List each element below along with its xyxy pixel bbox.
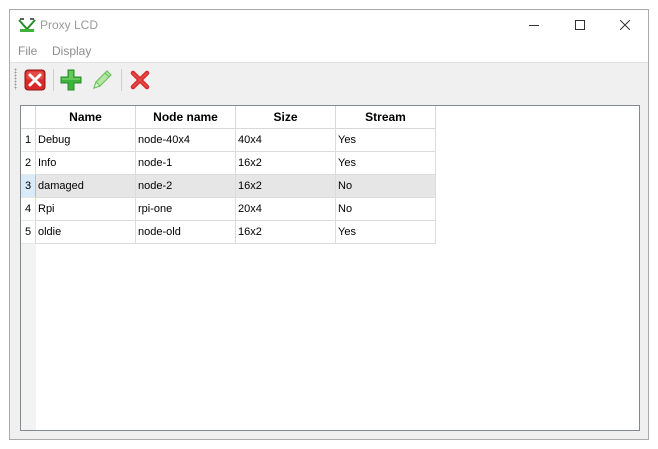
cell-size[interactable]: 20x4 (236, 198, 336, 221)
toolbar-grip[interactable] (14, 68, 17, 90)
cell-node-name[interactable]: node-40x4 (136, 129, 236, 152)
edit-pencil-icon (93, 70, 112, 89)
cell-name[interactable]: damaged (36, 175, 136, 198)
table-row[interactable]: Rpi rpi-one 20x4 No (36, 198, 436, 221)
maximize-button[interactable] (557, 10, 603, 40)
cell-node-name[interactable]: rpi-one (136, 198, 236, 221)
maximize-icon (575, 20, 585, 30)
cell-stream[interactable]: No (336, 198, 436, 221)
add-green-plus-icon (60, 69, 82, 91)
cell-node-name[interactable]: node-1 (136, 152, 236, 175)
edit-button[interactable] (89, 67, 115, 93)
cell-stream[interactable]: No (336, 175, 436, 198)
row-header[interactable]: 5 (21, 221, 36, 244)
cell-node-name[interactable]: node-2 (136, 175, 236, 198)
close-display-button[interactable] (22, 67, 48, 93)
column-header-stream[interactable]: Stream (336, 106, 436, 129)
app-lcd-icon (18, 17, 36, 33)
cell-stream[interactable]: Yes (336, 129, 436, 152)
row-header[interactable]: 4 (21, 198, 36, 221)
cell-size[interactable]: 16x2 (236, 175, 336, 198)
cell-name[interactable]: Debug (36, 129, 136, 152)
row-header[interactable]: 2 (21, 152, 36, 175)
row-header[interactable]: 1 (21, 129, 36, 152)
cell-name[interactable]: Info (36, 152, 136, 175)
cell-stream[interactable]: Yes (336, 221, 436, 244)
delete-button[interactable] (127, 67, 153, 93)
table-row[interactable]: Info node-1 16x2 Yes (36, 152, 436, 175)
column-header-name[interactable]: Name (36, 106, 136, 129)
toolbar-separator (121, 69, 122, 91)
table-row[interactable]: oldie node-old 16x2 Yes (36, 221, 436, 244)
table-corner-button[interactable] (21, 106, 36, 129)
row-header-selected[interactable]: 3 (21, 175, 36, 198)
delete-red-x-icon (130, 70, 150, 90)
close-icon (620, 20, 630, 30)
display-table[interactable]: Name Node name Size Stream 1 Debug node-… (20, 105, 640, 431)
window-title: Proxy LCD (40, 18, 99, 32)
toolbar-separator (53, 69, 54, 91)
cell-size[interactable]: 40x4 (236, 129, 336, 152)
cell-name[interactable]: oldie (36, 221, 136, 244)
table-row[interactable]: Debug node-40x4 40x4 Yes (36, 129, 436, 152)
cell-size[interactable]: 16x2 (236, 221, 336, 244)
cell-stream[interactable]: Yes (336, 152, 436, 175)
cell-name[interactable]: Rpi (36, 198, 136, 221)
close-window-button[interactable] (602, 10, 648, 40)
cell-node-name[interactable]: node-old (136, 221, 236, 244)
cell-size[interactable]: 16x2 (236, 152, 336, 175)
menu-file[interactable]: File (18, 44, 37, 58)
close-red-square-icon (24, 69, 46, 91)
title-bar[interactable]: Proxy LCD (10, 10, 648, 40)
menu-display[interactable]: Display (52, 44, 91, 58)
column-header-size[interactable]: Size (236, 106, 336, 129)
table-row-selected[interactable]: damaged node-2 16x2 No (36, 175, 436, 198)
minimize-button[interactable] (511, 10, 557, 40)
toolbar (10, 62, 648, 96)
menu-bar: File Display (10, 40, 648, 62)
column-header-node-name[interactable]: Node name (136, 106, 236, 129)
minimize-icon (529, 25, 539, 26)
add-button[interactable] (58, 67, 84, 93)
app-window: Proxy LCD File Display Name Node name Si… (9, 9, 649, 440)
